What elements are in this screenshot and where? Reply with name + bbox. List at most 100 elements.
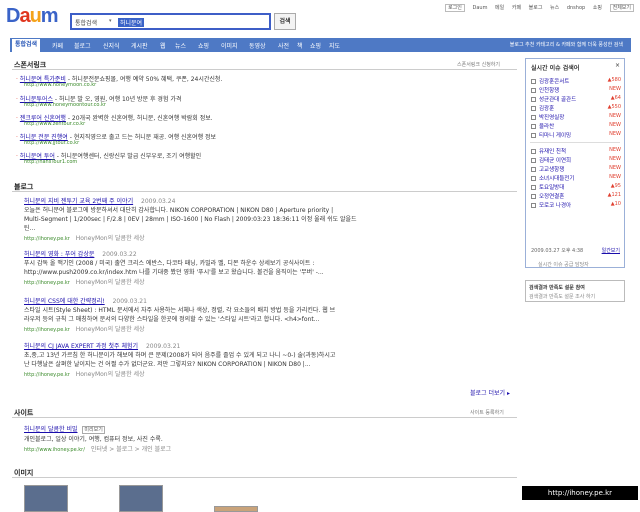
search-input[interactable]: 허니문여 [118, 18, 145, 27]
blog-post-author[interactable]: HoneyMon의 달콤한 세상 [76, 279, 145, 286]
site-item-path[interactable]: 인터넷 > 블로그 > 개인 블로그 [91, 446, 171, 453]
daum-logo[interactable]: Daum [6, 5, 59, 28]
tab-web[interactable]: 웹 [160, 41, 166, 50]
tab-blog[interactable]: 블로그 [74, 41, 91, 50]
checkbox[interactable] [531, 79, 536, 84]
realtime-item[interactable]: 모로코 나경아 ▲10 [531, 201, 623, 209]
sponsor-item-url[interactable]: http://www.jjtour.co.kr [24, 140, 79, 146]
close-icon[interactable]: × [615, 62, 620, 69]
realtime-item[interactable]: 오정연결혼 ▲121 [531, 192, 623, 200]
tab-shopping[interactable]: 쇼핑 [198, 41, 209, 50]
checkbox[interactable] [531, 106, 536, 111]
checkbox[interactable] [531, 97, 536, 102]
image-thumbnail[interactable] [119, 485, 163, 512]
blog-post-author[interactable]: HoneyMon의 달콤한 세상 [76, 371, 145, 378]
sponsor-item-url[interactable]: http://hansTour1.com [24, 159, 77, 165]
blog-post-header: 허니문의 지비 젠투기 교육 2번째 주 이야기 2009.03.24 [24, 196, 175, 205]
sponsor-apply-link[interactable]: 스폰서링크 신청하기 [457, 61, 500, 68]
tab-board[interactable]: 게시판 [131, 41, 148, 50]
blog-post-url[interactable]: http://ihoney.pe.kr [24, 372, 70, 378]
login-link[interactable]: 로그인 [445, 4, 465, 12]
blog-post-url[interactable]: http://ihoney.pe.kr [24, 327, 70, 333]
checkbox[interactable] [531, 88, 536, 93]
site-item-title[interactable]: 허니문의 달콤한 비밀 [24, 426, 78, 433]
search-box[interactable]: 통합검색 ▾ 허니문여 [70, 13, 271, 30]
image-thumbnail[interactable] [24, 485, 68, 512]
blog-post-header: 허니문의 CJ JAVA EXPERT 과정 첫주 체험기 2009.03.21 [24, 341, 180, 350]
blog-post-date: 2009.03.22 [102, 251, 137, 258]
news-link[interactable]: 뉴스 [550, 5, 559, 11]
realtime-item[interactable]: 울라찬 NEW [531, 122, 623, 130]
realtime-item[interactable]: 성균관대 골관드 ▲64 [531, 95, 623, 103]
checkbox[interactable] [531, 124, 536, 129]
blog-post-source: http://ihoney.pe.kr HoneyMon의 달콤한 세상 [24, 233, 145, 242]
blog-more-link[interactable]: 블로그 더보기 ▸ [470, 388, 510, 397]
blog-link[interactable]: 블로그 [529, 5, 543, 11]
checkbox[interactable] [531, 203, 536, 208]
tab-notice[interactable]: 블로그 추천 카테고리 & 카페와 함께 더욱 풍성한 검색 [510, 41, 623, 48]
realtime-item[interactable]: 유재인 친척 NEW [531, 147, 623, 155]
checkbox[interactable] [531, 149, 536, 154]
site-register-link[interactable]: 사이트 등록하기 [470, 409, 504, 416]
search-scope-select[interactable]: 통합검색 [75, 18, 97, 27]
tab-video[interactable]: 동영상 [249, 41, 266, 50]
blog-post-header: 허니문의 CSS에 대한 간략정리! 2009.03.21 [24, 296, 147, 305]
blog-post-date: 2009.03.24 [141, 198, 176, 205]
daily-view-link[interactable]: 일간보기 [602, 247, 620, 254]
blog-post-title[interactable]: 허니문의 영화 : 푸어 감상문 [24, 251, 94, 258]
blog-post-url[interactable]: http://ihoney.pe.kr [24, 280, 70, 286]
blog-post-author[interactable]: HoneyMon의 달콤한 세상 [76, 235, 145, 242]
realtime-item[interactable]: 김광훈콘서트 ▲580 [531, 77, 623, 85]
checkbox[interactable] [531, 133, 536, 138]
blog-post-url[interactable]: http://ihoney.pe.kr [24, 236, 70, 242]
tab-map[interactable]: 지도 [329, 41, 340, 50]
sponsor-item-url[interactable]: http://www.zentour.co.kr [24, 121, 85, 127]
dnshop-link[interactable]: dnshop [567, 5, 585, 11]
realtime-item[interactable]: 김태균 이연희 NEW [531, 156, 623, 164]
blog-post-title[interactable]: 허니문의 CSS에 대한 간략정리! [24, 298, 105, 305]
tab-news[interactable]: 뉴스 [175, 41, 186, 50]
realtime-supply-link[interactable]: 실시간 이슈 공급 담당자 [538, 261, 589, 268]
search-button[interactable]: 검색 [274, 13, 296, 30]
blog-post-snippet: 스타일 시트(Style Sheet) : HTML 문서에서 자주 사용하는 … [24, 307, 336, 314]
sponsor-item-url[interactable]: http://www.honeymoontour.co.kr [24, 102, 106, 108]
tab-knowledge[interactable]: 신지식 [103, 41, 120, 50]
daum-link[interactable]: Daum [472, 5, 487, 11]
mail-link[interactable]: 메일 [495, 5, 504, 11]
realtime-item[interactable]: 고교생항쟁 NEW [531, 165, 623, 173]
sponsor-item-url[interactable]: http://www.honeymoon.co.kr [24, 82, 96, 88]
tab-images[interactable]: 이미지 [221, 41, 238, 50]
site-item-url[interactable]: http://www.ihoney.pe.kr/ [24, 447, 85, 453]
site-item-source: http://www.ihoney.pe.kr/ 인터넷 > 블로그 > 개인 … [24, 444, 171, 453]
tab-integrated[interactable]: 통합검색 [12, 39, 41, 52]
realtime-item[interactable]: 김광훈 ▲550 [531, 104, 623, 112]
checkbox[interactable] [531, 176, 536, 181]
shopping-link[interactable]: 쇼핑 [593, 5, 602, 11]
tab-shop2[interactable]: 쇼핑 [310, 41, 321, 50]
blog-post-title[interactable]: 허니문의 지비 젠투기 교육 2번째 주 이야기 [24, 198, 133, 205]
site-item-header: 허니문의 달콤한 비밀 미리보기 [24, 424, 105, 434]
cafe-link[interactable]: 카페 [512, 5, 521, 11]
blog-post-snippet: 라우저 등의 규칙 그 매칭하여 문서의 다양한 스타일을 한곳에 정의할 수 … [24, 316, 320, 323]
realtime-item[interactable]: 인천항쟁 NEW [531, 86, 623, 94]
checkbox[interactable] [531, 167, 536, 172]
preview-button[interactable]: 미리보기 [82, 426, 105, 434]
realtime-item[interactable]: 토요일방대 ▲95 [531, 183, 623, 191]
survey-title[interactable]: 검색결과 만족도 설문 참여 [529, 284, 621, 291]
tab-dictionary[interactable]: 사전 [278, 41, 289, 50]
all-services-link[interactable]: 전체보기 [609, 4, 634, 12]
tab-cafe[interactable]: 카페 [52, 41, 63, 50]
tab-books[interactable]: 책 [297, 41, 303, 50]
blog-post-author[interactable]: HoneyMon의 달콤한 세상 [76, 326, 145, 333]
realtime-item[interactable]: 박진영실장 NEW [531, 113, 623, 121]
blog-post-snippet: 오늘은 허니문여 블로그에 방문하셔서 대단히 감사합니다. NIKON COR… [24, 207, 334, 214]
realtime-item[interactable]: 티마니 게이밍 NEW [531, 131, 623, 139]
checkbox[interactable] [531, 194, 536, 199]
divider [12, 477, 517, 478]
realtime-item[interactable]: 소녀시대들전기 NEW [531, 174, 623, 182]
checkbox[interactable] [531, 115, 536, 120]
checkbox[interactable] [531, 185, 536, 190]
blog-post-title[interactable]: 허니문의 CJ JAVA EXPERT 과정 첫주 체험기 [24, 343, 138, 350]
image-thumbnail[interactable] [214, 506, 258, 512]
checkbox[interactable] [531, 158, 536, 163]
